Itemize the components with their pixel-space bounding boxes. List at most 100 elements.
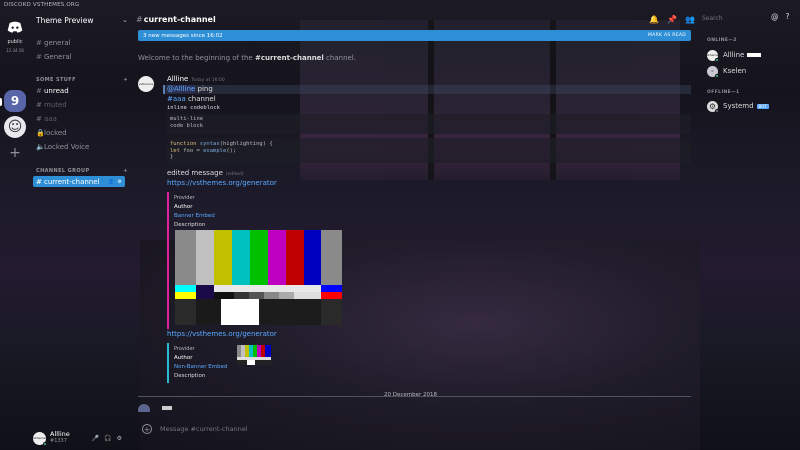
status-online-icon (715, 57, 719, 62)
sidebar-item-muted[interactable]: # muted (36, 99, 126, 110)
member-list: ONLINE—2 vsthemes Allline K Kselen OFFLI… (700, 30, 800, 450)
sidebar-item-unread[interactable]: # unread (36, 85, 126, 96)
hash-icon: # (36, 114, 42, 123)
code-block: multi-line code block (167, 114, 691, 134)
discord-logo-icon (7, 21, 23, 33)
message-link[interactable]: https://vsthemes.org/generator (167, 330, 277, 338)
inline-code: inline codeblock (167, 105, 220, 111)
avatar: K (707, 65, 719, 78)
member-name: Systemd (723, 102, 754, 110)
channel-name: Locked Voice (44, 142, 90, 151)
non-banner-embed: Provider Author Non-Banner Embed Descrip… (167, 343, 277, 383)
hash-icon: # (36, 177, 42, 186)
help-icon[interactable]: ? (786, 12, 790, 21)
invite-icon[interactable]: 👤 (108, 179, 114, 185)
add-channel-icon[interactable]: + (123, 168, 128, 174)
add-channel-icon[interactable]: + (123, 77, 128, 83)
search-input[interactable]: Search (702, 12, 762, 24)
pin-icon[interactable]: 📌 (667, 15, 677, 24)
new-messages-text: 3 new messages since 16:02 (143, 32, 223, 39)
mark-as-read-button[interactable]: MARK AS READ (648, 33, 686, 38)
lock-icon: 🔒 (36, 128, 45, 137)
home-button[interactable] (4, 16, 26, 38)
server-sublabel: 12.34.56 (6, 48, 24, 53)
new-messages-bar[interactable]: 3 new messages since 16:02 MARK AS READ (138, 30, 691, 41)
chat-header: #current-channel 🔔 📌 👥 (130, 10, 695, 28)
bell-icon[interactable]: 🔔 (649, 15, 659, 24)
channel-mention-line: #aaa channel (167, 95, 216, 103)
server-9-icon[interactable]: 9 (4, 90, 26, 112)
member-name: Kselen (723, 67, 747, 75)
members-icon[interactable]: 👥 (685, 15, 695, 24)
channel-sidebar: Theme Preview ⌄ # general # General SOME… (30, 10, 130, 450)
sidebar-item-general-2[interactable]: # General (36, 51, 126, 62)
code-block-highlighted: function syntax(highlighting) { let foo … (167, 138, 691, 163)
status-online-icon (715, 73, 719, 78)
username: Allline (50, 430, 70, 438)
embed-title[interactable]: Banner Embed (174, 212, 345, 221)
test-pattern-thumbnail[interactable] (237, 345, 271, 365)
avatar: vsthemes (705, 49, 720, 62)
channel-welcome: Welcome to the beginning of the #current… (138, 54, 356, 62)
server-rail: public 12.34.56 9 ☺ + (0, 10, 30, 450)
category-channel-group[interactable]: CHANNEL GROUP + (36, 168, 128, 174)
user-panel: vsthemes Allline #1337 🎤 🎧 ⚙ (30, 428, 130, 448)
author-name[interactable]: Allline (167, 75, 188, 83)
edited-message: edited message (edited) (167, 169, 244, 177)
mention-icon[interactable]: @ (771, 12, 779, 21)
channel-name: unread (44, 86, 69, 95)
embed-description: Description (174, 222, 206, 228)
welcome-channel: #current-channel (254, 54, 324, 62)
ghost-server-icon[interactable]: ☺ (4, 116, 26, 138)
status-online-icon (43, 441, 47, 446)
member-kselen[interactable]: K Kselen (707, 64, 797, 78)
category-some-stuff[interactable]: SOME STUFF + (36, 77, 128, 83)
guild-header[interactable]: Theme Preview ⌄ (36, 14, 128, 26)
embed-author[interactable]: Author (174, 203, 345, 212)
sidebar-item-current-channel[interactable]: # current-channel 👤 ⚙ (33, 176, 125, 187)
next-message-peek (138, 404, 691, 412)
channel-name: muted (44, 100, 67, 109)
category-label: SOME STUFF (36, 77, 76, 83)
server-label: public (7, 39, 23, 45)
member-name: Allline (723, 51, 745, 59)
online-category: ONLINE—2 (707, 38, 737, 43)
hash-icon: # (36, 86, 42, 95)
message-link[interactable]: https://vsthemes.org/generator (167, 179, 277, 187)
member-allline[interactable]: vsthemes Allline (705, 48, 797, 62)
hash-icon: # (36, 100, 42, 109)
member-systemd[interactable]: ⚙ Systemd BOT (707, 99, 797, 113)
message-composer: + (138, 419, 691, 439)
avatar[interactable]: vsthemes (32, 431, 47, 446)
gear-icon[interactable]: ⚙ (118, 179, 122, 185)
add-server-icon[interactable]: + (4, 142, 26, 164)
hash-icon: # (136, 14, 143, 24)
sidebar-item-locked-voice[interactable]: 🔈 Locked Voice (36, 141, 126, 152)
microphone-icon[interactable]: 🎤 (92, 435, 99, 442)
sidebar-item-aaa[interactable]: # aaa (36, 113, 126, 124)
sidebar-item-general[interactable]: # general (36, 37, 126, 48)
avatar[interactable]: vsthemes (138, 76, 154, 92)
test-pattern-image[interactable] (175, 230, 342, 325)
channel-title: #current-channel (136, 14, 216, 24)
embed-provider[interactable]: Provider (174, 194, 345, 203)
gear-icon[interactable]: ⚙ (117, 435, 122, 442)
guild-name: Theme Preview (36, 15, 94, 25)
channel-name: locked (44, 128, 67, 137)
window-title: DISCORD VSTHEMES.ORG (4, 2, 80, 8)
message-input[interactable] (160, 425, 660, 433)
avatar[interactable] (138, 404, 150, 412)
date-divider-label: 20 December 2018 (384, 392, 438, 398)
user-mention[interactable]: @Allline (167, 85, 196, 93)
offline-category: OFFLINE—1 (707, 90, 740, 95)
author-tag (162, 406, 172, 410)
channel-name: general (44, 38, 71, 47)
hash-icon: # (36, 38, 42, 47)
upload-icon[interactable]: + (142, 424, 152, 434)
headphones-icon[interactable]: 🎧 (104, 435, 111, 442)
mention-message: @Allline ping (163, 85, 691, 94)
edited-indicator: (edited) (225, 172, 244, 177)
channel-mention[interactable]: #aaa (167, 95, 186, 103)
sidebar-item-locked[interactable]: 🔒 locked (36, 127, 126, 138)
message-timestamp: Today at 16:00 (191, 78, 225, 83)
